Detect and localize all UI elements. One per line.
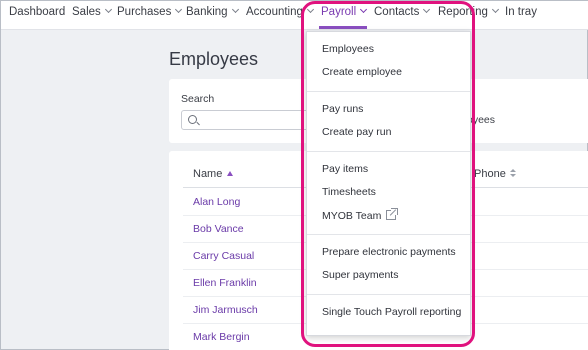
nav-in-tray-label: In tray [505, 6, 537, 18]
menu-item-create-employee[interactable]: Create employee [322, 66, 402, 78]
menu-item-myob-team[interactable]: MYOB Team [322, 208, 399, 222]
employee-name-link[interactable]: Jim Jarmusch [193, 304, 258, 316]
nav-dashboard-label: Dashboard [9, 6, 66, 18]
nav-accounting-label: Accounting [246, 6, 303, 18]
chevron-down-icon [231, 5, 239, 14]
column-header-name-label: Name [193, 168, 223, 180]
employee-name-link[interactable]: Carry Casual [193, 250, 254, 262]
nav-purchases[interactable]: Purchases [117, 5, 183, 18]
menu-item-employees[interactable]: Employees [322, 43, 374, 55]
nav-sales[interactable]: Sales [72, 5, 112, 18]
page-title: Employees [169, 49, 259, 69]
menu-item-myob-team-label: MYOB Team [322, 210, 382, 222]
menu-divider [307, 91, 470, 92]
menu-item-single-touch-payroll-reporting[interactable]: Single Touch Payroll reporting [322, 306, 461, 318]
search-input[interactable] [181, 110, 321, 130]
search-icon [188, 115, 197, 124]
menu-item-super-payments[interactable]: Super payments [322, 269, 398, 281]
menu-item-pay-items[interactable]: Pay items [322, 163, 368, 175]
employee-name-link[interactable]: Alan Long [193, 196, 240, 208]
nav-payroll[interactable]: Payroll [321, 5, 368, 18]
sort-icon [509, 169, 517, 178]
column-header-phone[interactable]: Phone [474, 168, 517, 180]
menu-divider [307, 234, 470, 235]
nav-purchases-label: Purchases [117, 6, 172, 18]
chevron-down-icon [360, 5, 368, 14]
chevron-down-icon [491, 5, 499, 14]
nav-reporting-label: Reporting [438, 6, 488, 18]
employee-name-link[interactable]: Ellen Franklin [193, 277, 257, 289]
nav-accounting[interactable]: Accounting [246, 5, 314, 18]
nav-contacts-label: Contacts [374, 6, 420, 18]
payroll-dropdown-menu: Employees Create employee Pay runs Creat… [306, 31, 471, 336]
nav-dashboard[interactable]: Dashboard [9, 6, 65, 18]
nav-payroll-label: Payroll [321, 6, 357, 18]
menu-divider [307, 294, 470, 295]
nav-in-tray[interactable]: In tray [505, 6, 537, 18]
menu-item-prepare-electronic-payments[interactable]: Prepare electronic payments [322, 246, 456, 258]
filter-text-partial: oyees [467, 114, 496, 126]
nav-banking[interactable]: Banking [186, 5, 239, 18]
menu-item-timesheets[interactable]: Timesheets [322, 186, 376, 198]
nav-banking-label: Banking [186, 6, 228, 18]
search-label: Search [181, 93, 215, 105]
menu-item-pay-runs[interactable]: Pay runs [322, 103, 363, 115]
employee-name-link[interactable]: Mark Bergin [193, 331, 250, 343]
menu-divider [307, 151, 470, 152]
sort-ascending-icon [227, 171, 234, 176]
nav-contacts[interactable]: Contacts [374, 5, 431, 18]
employee-name-link[interactable]: Bob Vance [193, 223, 244, 235]
chevron-down-icon [175, 5, 183, 14]
active-nav-indicator [319, 26, 367, 29]
top-navigation: Dashboard Sales Purchases Banking Accoun… [1, 1, 588, 30]
chevron-down-icon [423, 5, 431, 14]
nav-reporting[interactable]: Reporting [438, 5, 499, 18]
menu-item-create-pay-run[interactable]: Create pay run [322, 126, 391, 138]
chevron-down-icon [306, 5, 314, 14]
chevron-down-icon [104, 5, 112, 14]
column-header-phone-label: Phone [474, 168, 506, 180]
external-link-icon [386, 208, 399, 220]
column-header-name[interactable]: Name [193, 168, 234, 180]
nav-sales-label: Sales [72, 6, 101, 18]
